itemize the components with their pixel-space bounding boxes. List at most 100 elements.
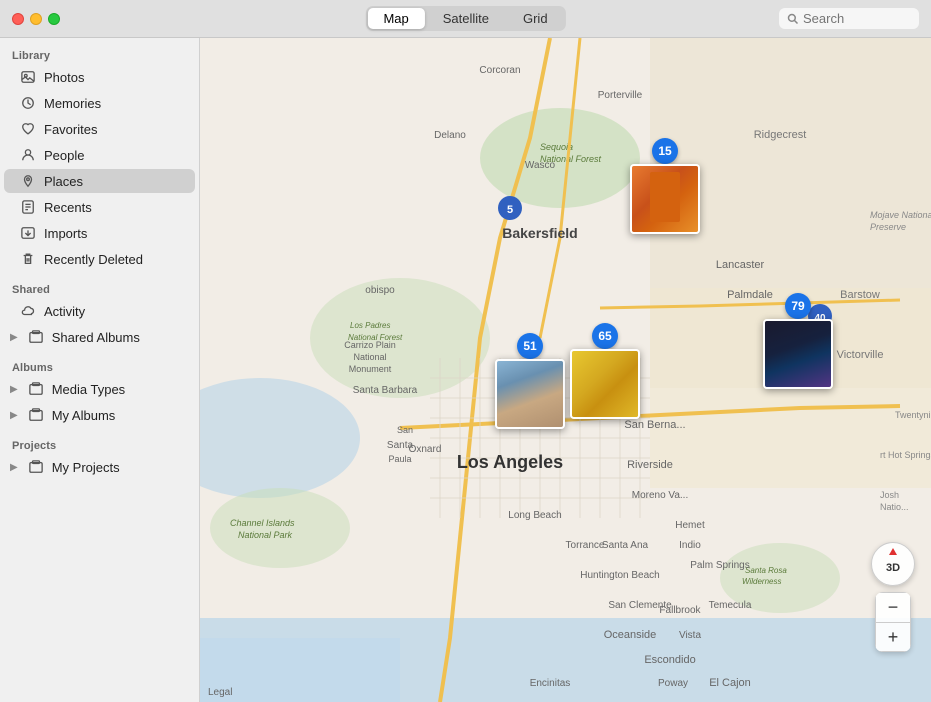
recently-deleted-label: Recently Deleted [44,252,143,267]
svg-text:Barstow: Barstow [840,289,880,301]
maximize-button[interactable] [48,13,60,25]
pin-badge-15: 15 [652,138,678,164]
map-legal: Legal [208,687,232,698]
places-icon [20,173,36,189]
sidebar-item-recents[interactable]: Recents [4,195,195,219]
people-label: People [44,148,84,163]
search-input[interactable] [803,11,911,26]
recents-icon [20,199,36,215]
svg-text:Oceanside: Oceanside [604,629,657,641]
compass-label: 3D [886,562,900,574]
svg-text:El Cajon: El Cajon [709,677,751,689]
sidebar: Library Photos Memories [0,38,200,702]
sidebar-item-shared-albums[interactable]: ▶ Shared Albums [4,325,195,349]
chevron-right-icon: ▶ [10,332,18,343]
svg-text:Josh: Josh [880,490,899,500]
svg-text:Mojave National: Mojave National [870,210,931,220]
sidebar-item-my-albums[interactable]: ▶ My Albums [4,403,195,427]
trash-icon [20,251,36,267]
sidebar-item-activity[interactable]: Activity [4,299,195,323]
svg-text:Santa Rosa: Santa Rosa [745,566,787,575]
minimize-button[interactable] [30,13,42,25]
pin-badge-79: 79 [785,293,811,319]
zoom-controls: − + [875,592,911,652]
svg-text:Hemet: Hemet [675,520,705,531]
person-icon [20,147,36,163]
sidebar-item-media-types[interactable]: ▶ Media Types [4,377,195,401]
svg-text:Twentynine: Twentynine [895,410,931,420]
map-area[interactable]: Sequoia National Forest Channel Islands … [200,38,931,702]
sidebar-item-photos[interactable]: Photos [4,65,195,89]
sidebar-item-places[interactable]: Places [4,169,195,193]
my-albums-icon [28,407,44,423]
svg-text:Carrizo Plain: Carrizo Plain [344,340,396,350]
svg-text:Bakersfield: Bakersfield [502,225,577,241]
svg-text:Corcoran: Corcoran [479,65,520,76]
svg-text:National Park: National Park [238,530,293,540]
pin-photo-51 [495,359,565,429]
svg-text:San Berna...: San Berna... [624,419,685,431]
svg-text:Huntington Beach: Huntington Beach [580,570,660,581]
zoom-out-button[interactable]: − [875,592,911,622]
svg-text:rt Hot Springs: rt Hot Springs [880,450,931,460]
chevron-right-icon-4: ▶ [10,462,18,473]
tab-map[interactable]: Map [367,8,424,29]
svg-text:Escondido: Escondido [644,654,695,666]
svg-text:Palm Springs: Palm Springs [690,560,749,571]
sidebar-item-memories[interactable]: Memories [4,91,195,115]
sidebar-item-my-projects[interactable]: ▶ My Projects [4,455,195,479]
svg-text:Natio...: Natio... [880,502,909,512]
pin-photo-65 [570,349,640,419]
map-pin-15[interactable]: 15 [630,138,700,234]
map-pin-65[interactable]: 65 [570,323,640,419]
library-section-header: Library [0,38,199,64]
my-projects-label: My Projects [52,460,120,475]
pin-photo-15 [630,164,700,234]
sidebar-item-imports[interactable]: Imports [4,221,195,245]
svg-text:Victorville: Victorville [837,349,884,361]
svg-text:Vista: Vista [679,630,701,641]
tab-grid[interactable]: Grid [507,8,564,29]
imports-label: Imports [44,226,87,241]
sidebar-item-favorites[interactable]: Favorites [4,117,195,141]
compass-arrow [889,548,897,555]
projects-section-header: Projects [0,428,199,454]
heart-icon [20,121,36,137]
places-label: Places [44,174,83,189]
pin-badge-51: 51 [517,333,543,359]
pin-photo-79 [763,319,833,389]
chevron-right-icon-2: ▶ [10,384,18,395]
svg-text:Riverside: Riverside [627,459,673,471]
compass-button[interactable]: 3D [871,542,915,586]
tab-satellite[interactable]: Satellite [427,8,505,29]
sidebar-item-recently-deleted[interactable]: Recently Deleted [4,247,195,271]
svg-text:San: San [397,425,413,435]
chevron-right-icon-3: ▶ [10,410,18,421]
search-box [779,8,919,29]
svg-text:Los Padres: Los Padres [350,321,390,330]
svg-text:Encinitas: Encinitas [530,678,571,689]
close-button[interactable] [12,13,24,25]
svg-text:Temecula: Temecula [709,600,752,611]
titlebar: Map Satellite Grid [0,0,931,38]
cloud-icon [20,303,36,319]
map-pin-51[interactable]: 51 [495,333,565,429]
traffic-lights [12,13,60,25]
memories-label: Memories [44,96,101,111]
svg-text:Delano: Delano [434,130,466,141]
svg-text:Moreno Va...: Moreno Va... [632,490,689,501]
import-icon [20,225,36,241]
svg-text:Porterville: Porterville [598,90,643,101]
memories-icon [20,95,36,111]
activity-label: Activity [44,304,85,319]
recents-label: Recents [44,200,92,215]
svg-text:Torrance: Torrance [566,540,605,551]
my-albums-label: My Albums [52,408,116,423]
map-pin-79[interactable]: 79 [763,293,833,389]
favorites-label: Favorites [44,122,97,137]
svg-text:Preserve: Preserve [870,222,906,232]
zoom-in-button[interactable]: + [875,622,911,652]
view-tab-group: Map Satellite Grid [365,6,565,31]
svg-text:Fallbrook: Fallbrook [659,605,701,616]
sidebar-item-people[interactable]: People [4,143,195,167]
